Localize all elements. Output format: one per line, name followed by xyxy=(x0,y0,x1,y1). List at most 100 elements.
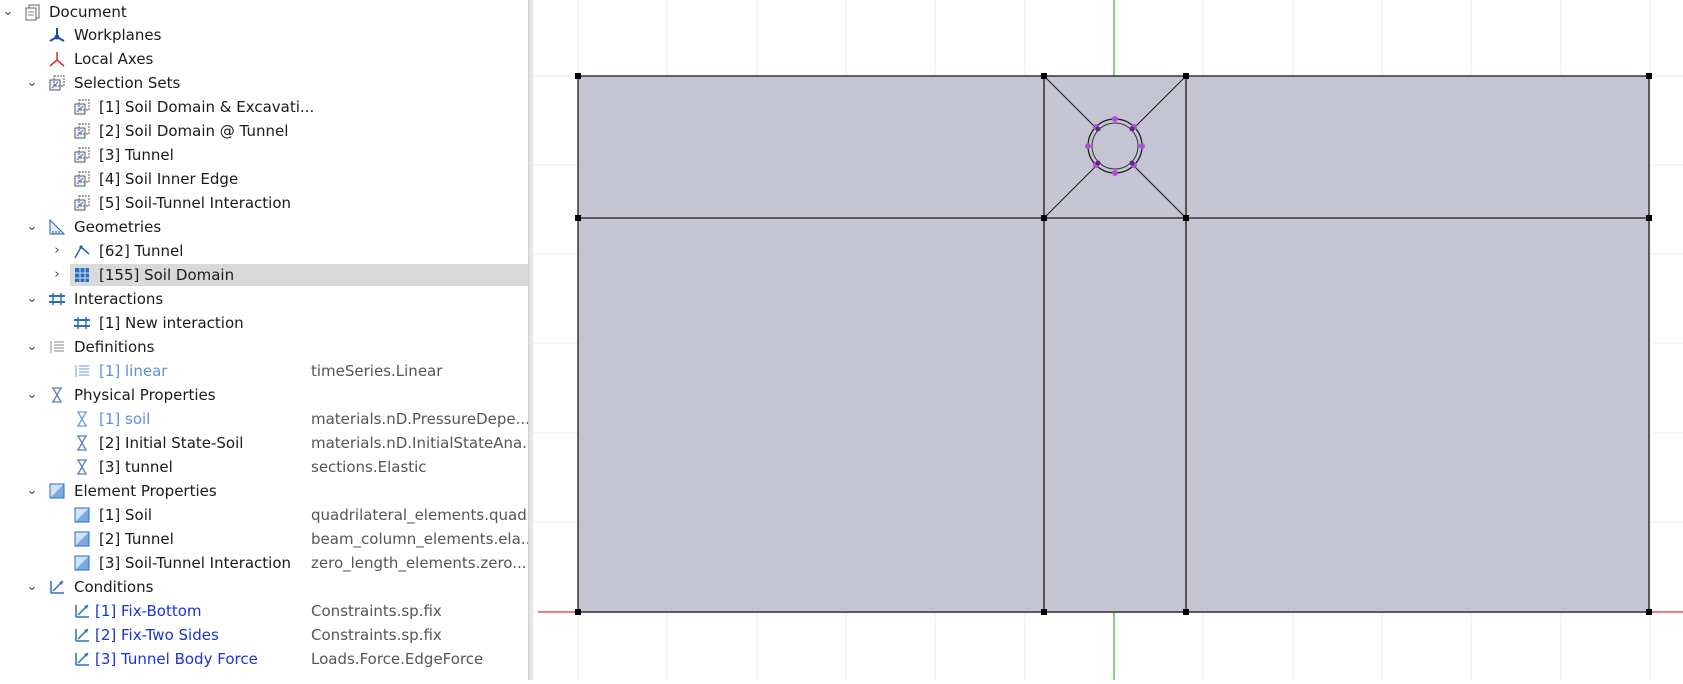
list-icon xyxy=(48,338,66,356)
tree-item-element-properties[interactable]: ⌄ Element Properties xyxy=(0,479,528,503)
tree-item-condition-fix-bottom[interactable]: [1] Fix-Bottom Constraints.sp.fix xyxy=(0,599,528,623)
tree-value: quadrilateral_elements.quad xyxy=(311,506,527,524)
tunnel-geometry[interactable] xyxy=(1085,116,1145,176)
selection-set-icon xyxy=(73,122,91,140)
tree-label: [2] Tunnel xyxy=(99,530,174,548)
tree-item-document[interactable]: ⌄ Document xyxy=(0,0,528,24)
tree-label: [1] Soil Domain & Excavati... xyxy=(99,98,315,116)
tree-item-physical-properties[interactable]: ⌄ Physical Properties xyxy=(0,383,528,407)
document-tree-panel: ⌄ Document Workplanes Local Axes ⌄ Selec… xyxy=(0,0,528,680)
model-viewport[interactable] xyxy=(533,0,1683,680)
tree-item-geometries[interactable]: ⌄ Geometries xyxy=(0,215,528,239)
document-icon xyxy=(24,3,42,21)
tree-item-selection-set-3[interactable]: [3] Tunnel xyxy=(0,143,528,167)
element-icon xyxy=(73,530,91,548)
tree-label: [2] Fix-Two Sides xyxy=(95,626,219,644)
hourglass-icon xyxy=(73,410,91,428)
tree-label: Geometries xyxy=(74,218,162,236)
tree-value: materials.nD.PressureDepe... xyxy=(311,410,528,428)
tree-item-element-interaction[interactable]: [3] Soil-Tunnel Interaction zero_length_… xyxy=(0,551,528,575)
tree-item-selection-set-4[interactable]: [4] Soil Inner Edge xyxy=(0,167,528,191)
tree-item-conditions[interactable]: ⌄ Conditions xyxy=(0,575,528,599)
element-icon xyxy=(48,482,66,500)
chevron-down-icon[interactable]: ⌄ xyxy=(1,0,15,24)
selection-set-icon xyxy=(73,170,91,188)
tree-label: [5] Soil-Tunnel Interaction xyxy=(99,194,292,212)
tree-item-condition-tunnel-body-force[interactable]: [3] Tunnel Body Force Loads.Force.EdgeFo… xyxy=(0,647,528,671)
tree-label: [3] tunnel xyxy=(99,458,173,476)
tree-item-geometry-tunnel[interactable]: › [62] Tunnel xyxy=(0,239,528,263)
tree-item-local-axes[interactable]: Local Axes xyxy=(0,47,528,71)
tree-value: materials.nD.InitialStateAna... xyxy=(311,434,528,452)
local-axes-icon xyxy=(48,50,66,68)
tree-label: Document xyxy=(49,3,127,21)
selection-set-icon xyxy=(73,194,91,212)
chevron-down-icon[interactable]: ⌄ xyxy=(25,479,39,503)
geometry-icon xyxy=(48,218,66,236)
list-icon xyxy=(73,362,91,380)
tree-value: Constraints.sp.fix xyxy=(311,626,442,644)
tree-item-interactions[interactable]: ⌄ Interactions xyxy=(0,287,528,311)
tree-label: Definitions xyxy=(74,338,155,356)
tree-item-definitions[interactable]: ⌄ Definitions xyxy=(0,335,528,359)
tree-label: Conditions xyxy=(74,578,154,596)
tree-label: Physical Properties xyxy=(74,386,216,404)
chevron-down-icon[interactable]: ⌄ xyxy=(25,335,39,359)
chevron-down-icon[interactable]: ⌄ xyxy=(25,575,39,599)
tree-item-selection-set-1[interactable]: [1] Soil Domain & Excavati... xyxy=(0,95,528,119)
tree-value: Constraints.sp.fix xyxy=(311,602,442,620)
chevron-down-icon[interactable]: ⌄ xyxy=(25,287,39,311)
tree-item-physical-initial-state[interactable]: [2] Initial State-Soil materials.nD.Init… xyxy=(0,431,528,455)
tree-item-workplanes[interactable]: Workplanes xyxy=(0,23,528,47)
tree-value: Loads.Force.EdgeForce xyxy=(311,650,484,668)
tree-label: Interactions xyxy=(74,290,164,308)
tree-value: beam_column_elements.ela... xyxy=(311,530,528,548)
chevron-right-icon[interactable]: › xyxy=(50,239,64,263)
tree-value: sections.Elastic xyxy=(311,458,427,476)
chevron-down-icon[interactable]: ⌄ xyxy=(25,71,39,95)
tree-label: [4] Soil Inner Edge xyxy=(99,170,239,188)
tree-item-physical-tunnel[interactable]: [3] tunnel sections.Elastic xyxy=(0,455,528,479)
hourglass-icon xyxy=(48,386,66,404)
tree-item-element-tunnel[interactable]: [2] Tunnel beam_column_elements.ela... xyxy=(0,527,528,551)
selection-set-icon xyxy=(73,98,91,116)
tree-label: [62] Tunnel xyxy=(99,242,184,260)
tree-item-physical-soil[interactable]: [1] soil materials.nD.PressureDepe... xyxy=(0,407,528,431)
line-geometry-icon xyxy=(73,242,91,260)
tree-item-condition-fix-two-sides[interactable]: [2] Fix-Two Sides Constraints.sp.fix xyxy=(0,623,528,647)
tree-value: timeSeries.Linear xyxy=(311,362,443,380)
hourglass-icon xyxy=(73,458,91,476)
tree-label: [3] Soil-Tunnel Interaction xyxy=(99,554,292,572)
tree-label: [2] Soil Domain @ Tunnel xyxy=(99,122,289,140)
tree-label: Local Axes xyxy=(74,50,154,68)
element-icon xyxy=(73,554,91,572)
tree-label: [3] Tunnel xyxy=(99,146,174,164)
tree-item-element-soil[interactable]: [1] Soil quadrilateral_elements.quad xyxy=(0,503,528,527)
condition-icon xyxy=(73,602,91,620)
tree-label: [1] Fix-Bottom xyxy=(95,602,202,620)
selection-set-icon xyxy=(48,74,66,92)
chevron-right-icon[interactable]: › xyxy=(50,263,64,287)
tree-item-interaction-1[interactable]: [1] New interaction xyxy=(0,311,528,335)
chevron-down-icon[interactable]: ⌄ xyxy=(25,215,39,239)
hourglass-icon xyxy=(73,434,91,452)
viewport-canvas[interactable] xyxy=(533,0,1683,680)
tree-item-selection-set-2[interactable]: [2] Soil Domain @ Tunnel xyxy=(0,119,528,143)
tree-label: [1] Soil xyxy=(99,506,153,524)
tree-item-selection-sets[interactable]: ⌄ Selection Sets xyxy=(0,71,528,95)
tree-label: [1] linear xyxy=(99,362,168,380)
tree-item-geometry-soil-domain[interactable]: › [155] Soil Domain xyxy=(0,263,528,287)
tree-label: [155] Soil Domain xyxy=(99,266,235,284)
chevron-down-icon[interactable]: ⌄ xyxy=(25,383,39,407)
condition-icon xyxy=(73,650,91,668)
tree-label: [3] Tunnel Body Force xyxy=(95,650,258,668)
tree-item-definition-linear[interactable]: [1] linear timeSeries.Linear xyxy=(0,359,528,383)
tree-label: [1] New interaction xyxy=(99,314,244,332)
tree-label: Workplanes xyxy=(74,26,162,44)
element-icon xyxy=(73,506,91,524)
tree-label: Element Properties xyxy=(74,482,217,500)
tree-label: [2] Initial State-Soil xyxy=(99,434,244,452)
interaction-icon xyxy=(48,290,66,308)
tree-item-selection-set-5[interactable]: [5] Soil-Tunnel Interaction xyxy=(0,191,528,215)
surface-geometry-icon xyxy=(73,266,91,284)
